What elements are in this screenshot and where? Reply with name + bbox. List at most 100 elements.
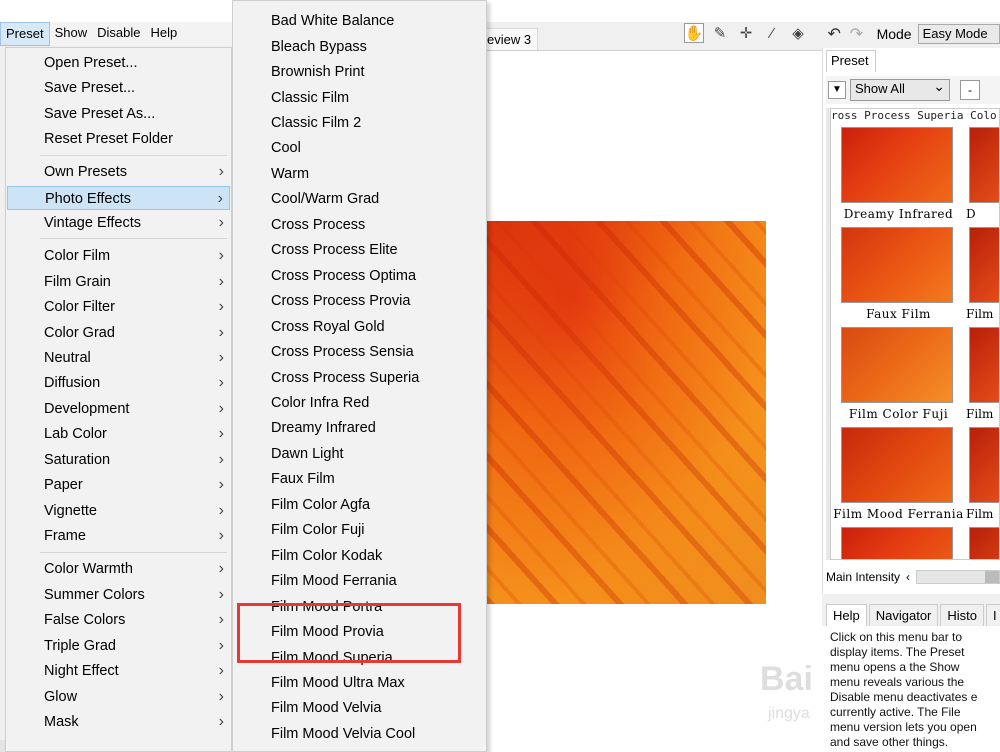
menu-item-color-filter[interactable]: Color Filter › bbox=[7, 295, 230, 319]
menu-item-night-effect[interactable]: Night Effect › bbox=[7, 659, 230, 683]
thumb-next[interactable] bbox=[831, 527, 953, 559]
menu-item-film-mood-velvia[interactable]: Film Mood Velvia bbox=[234, 696, 485, 720]
menu-item-color-grad[interactable]: Color Grad › bbox=[7, 321, 230, 345]
menu-item-cross-royal-gold[interactable]: Cross Royal Gold bbox=[234, 315, 485, 339]
menu-item-label: Color Grad bbox=[44, 325, 115, 341]
tab-preview-3[interactable]: eview 3 bbox=[484, 28, 538, 50]
menu-item-cross-process-optima[interactable]: Cross Process Optima bbox=[234, 264, 485, 288]
brush-icon[interactable]: ⁄ bbox=[762, 23, 782, 43]
menu-item-save-preset-as[interactable]: Save Preset As... bbox=[7, 102, 230, 126]
menu-item-lab-color[interactable]: Lab Color › bbox=[7, 422, 230, 446]
menu-item-color-film[interactable]: Color Film › bbox=[7, 244, 230, 268]
menu-item-own-presets[interactable]: Own Presets › bbox=[7, 160, 230, 184]
menu-item-glow[interactable]: Glow › bbox=[7, 685, 230, 709]
menu-item-bleach-bypass[interactable]: Bleach Bypass bbox=[234, 35, 485, 59]
show-all-select[interactable]: Show All bbox=[850, 78, 950, 101]
menu-help[interactable]: Help bbox=[145, 22, 182, 46]
thumb-film-mood-ferrania[interactable]: Film Mood Ferrania bbox=[831, 427, 963, 523]
menu-item-film-color-kodak[interactable]: Film Color Kodak bbox=[234, 544, 485, 568]
menu-item-cross-process-elite[interactable]: Cross Process Elite bbox=[234, 238, 485, 262]
menu-item-false-colors[interactable]: False Colors › bbox=[7, 608, 230, 632]
menu-item-film-color-fuji[interactable]: Film Color Fuji bbox=[234, 518, 485, 542]
highlight-box bbox=[237, 603, 461, 663]
menu-item-film-color-agfa[interactable]: Film Color Agfa bbox=[234, 493, 485, 517]
menu-item-cool-warm-grad[interactable]: Cool/Warm Grad bbox=[234, 187, 485, 211]
watermark: Bai bbox=[760, 660, 813, 698]
chevron-right-icon: › bbox=[217, 190, 223, 207]
preset-thumbnails: ross Process Superia Colo Dreamy Infrare… bbox=[830, 108, 1000, 560]
menu-item-label: Paper bbox=[44, 477, 83, 493]
menu-item-summer-colors[interactable]: Summer Colors › bbox=[7, 583, 230, 607]
crosshair-icon[interactable]: ✛ bbox=[736, 23, 756, 43]
thumb-image-right[interactable] bbox=[969, 427, 999, 503]
menu-item-dreamy-infrared[interactable]: Dreamy Infrared bbox=[234, 416, 485, 440]
chevron-right-icon: › bbox=[218, 611, 224, 628]
menu-item-cool[interactable]: Cool bbox=[234, 136, 485, 160]
tab-help[interactable]: Help bbox=[826, 604, 867, 626]
menu-item-development[interactable]: Development › bbox=[7, 397, 230, 421]
menu-item-label: Vintage Effects bbox=[44, 215, 142, 231]
menu-item-save-preset[interactable]: Save Preset... bbox=[7, 76, 230, 100]
menu-item-cross-process[interactable]: Cross Process bbox=[234, 213, 485, 237]
menu-item-label: Film Grain bbox=[44, 274, 111, 290]
menu-item-vignette[interactable]: Vignette › bbox=[7, 499, 230, 523]
menu-preset[interactable]: Preset bbox=[0, 22, 50, 46]
thumb-label: Dreamy Infrared bbox=[843, 207, 954, 221]
menu-item-mask[interactable]: Mask › bbox=[7, 710, 230, 734]
bottom-tabs: Help Navigator Histo I bbox=[822, 602, 1000, 626]
menu-item-saturation[interactable]: Saturation › bbox=[7, 448, 230, 472]
undo-icon[interactable]: ↶ bbox=[826, 24, 842, 44]
menu-item-film-mood-velvia-cool[interactable]: Film Mood Velvia Cool bbox=[234, 722, 485, 746]
menu-item-cross-process-provia[interactable]: Cross Process Provia bbox=[234, 289, 485, 313]
menu-item-classic-film-2[interactable]: Classic Film 2 bbox=[234, 111, 485, 135]
tab-info[interactable]: I bbox=[986, 604, 1000, 626]
menu-item-faux-film[interactable]: Faux Film bbox=[234, 467, 485, 491]
chevron-left-icon[interactable]: ‹ bbox=[906, 570, 910, 584]
hand-tool-icon[interactable]: ✋ bbox=[684, 23, 704, 43]
menu-disable[interactable]: Disable bbox=[92, 22, 145, 46]
menu-item-photo-effects[interactable]: Photo Effects › bbox=[7, 186, 230, 210]
tab-histogram[interactable]: Histo bbox=[940, 604, 985, 626]
menu-item-frame[interactable]: Frame › bbox=[7, 524, 230, 548]
mode-select[interactable]: Easy Mode bbox=[917, 24, 1000, 44]
menu-item-dawn-light[interactable]: Dawn Light bbox=[234, 442, 485, 466]
menu-item-color-infra-red[interactable]: Color Infra Red bbox=[234, 391, 485, 415]
menu-show[interactable]: Show bbox=[50, 22, 93, 46]
menu-item-diffusion[interactable]: Diffusion › bbox=[7, 371, 230, 395]
menu-item-cross-process-superia[interactable]: Cross Process Superia bbox=[234, 366, 485, 390]
menu-item-brownish-print[interactable]: Brownish Print bbox=[234, 60, 485, 84]
thumb-image bbox=[841, 127, 953, 203]
intensity-slider[interactable] bbox=[916, 570, 1000, 584]
collapse-icon[interactable]: ▼ bbox=[828, 81, 846, 99]
menu-item-vintage-effects[interactable]: Vintage Effects › bbox=[7, 211, 230, 235]
thumb-dreamy-infrared[interactable]: Dreamy Infrared bbox=[831, 127, 953, 223]
thumb-faux-film[interactable]: Faux Film bbox=[831, 227, 953, 323]
menu-item-open-preset[interactable]: Open Preset... bbox=[7, 51, 230, 75]
chevron-right-icon: › bbox=[218, 400, 224, 417]
split-view-icon[interactable]: ◈ bbox=[788, 23, 808, 43]
menu-item-reset-preset-folder[interactable]: Reset Preset Folder bbox=[7, 127, 230, 151]
menu-item-triple-grad[interactable]: Triple Grad › bbox=[7, 634, 230, 658]
tab-navigator[interactable]: Navigator bbox=[868, 604, 939, 626]
eyedropper-icon[interactable]: ✎ bbox=[710, 23, 730, 43]
menu-item-film-grain[interactable]: Film Grain › bbox=[7, 270, 230, 294]
menu-item-paper[interactable]: Paper › bbox=[7, 473, 230, 497]
tab-preset[interactable]: Preset bbox=[826, 50, 876, 72]
menu-item-film-mood-ferrania[interactable]: Film Mood Ferrania bbox=[234, 569, 485, 593]
minus-button[interactable]: - bbox=[960, 80, 980, 100]
redo-icon[interactable]: ↷ bbox=[848, 24, 864, 44]
menu-item-cross-process-sensia[interactable]: Cross Process Sensia bbox=[234, 340, 485, 364]
menu-item-neutral[interactable]: Neutral › bbox=[7, 346, 230, 370]
menu-item-bad-white-balance[interactable]: Bad White Balance bbox=[234, 9, 485, 33]
menu-item-color-warmth[interactable]: Color Warmth › bbox=[7, 557, 230, 581]
slider-knob[interactable] bbox=[985, 571, 999, 583]
thumb-film-color-fuji[interactable]: Film Color Fuji bbox=[831, 327, 953, 423]
menu-item-classic-film[interactable]: Classic Film bbox=[234, 86, 485, 110]
thumb-image-right[interactable] bbox=[969, 127, 999, 203]
menu-item-warm[interactable]: Warm bbox=[234, 162, 485, 186]
thumb-image-right[interactable] bbox=[969, 527, 999, 559]
menu-item-film-mood-ultra-max[interactable]: Film Mood Ultra Max bbox=[234, 671, 485, 695]
chevron-right-icon: › bbox=[218, 425, 224, 442]
thumb-image-right[interactable] bbox=[969, 227, 999, 303]
thumb-image-right[interactable] bbox=[969, 327, 999, 403]
